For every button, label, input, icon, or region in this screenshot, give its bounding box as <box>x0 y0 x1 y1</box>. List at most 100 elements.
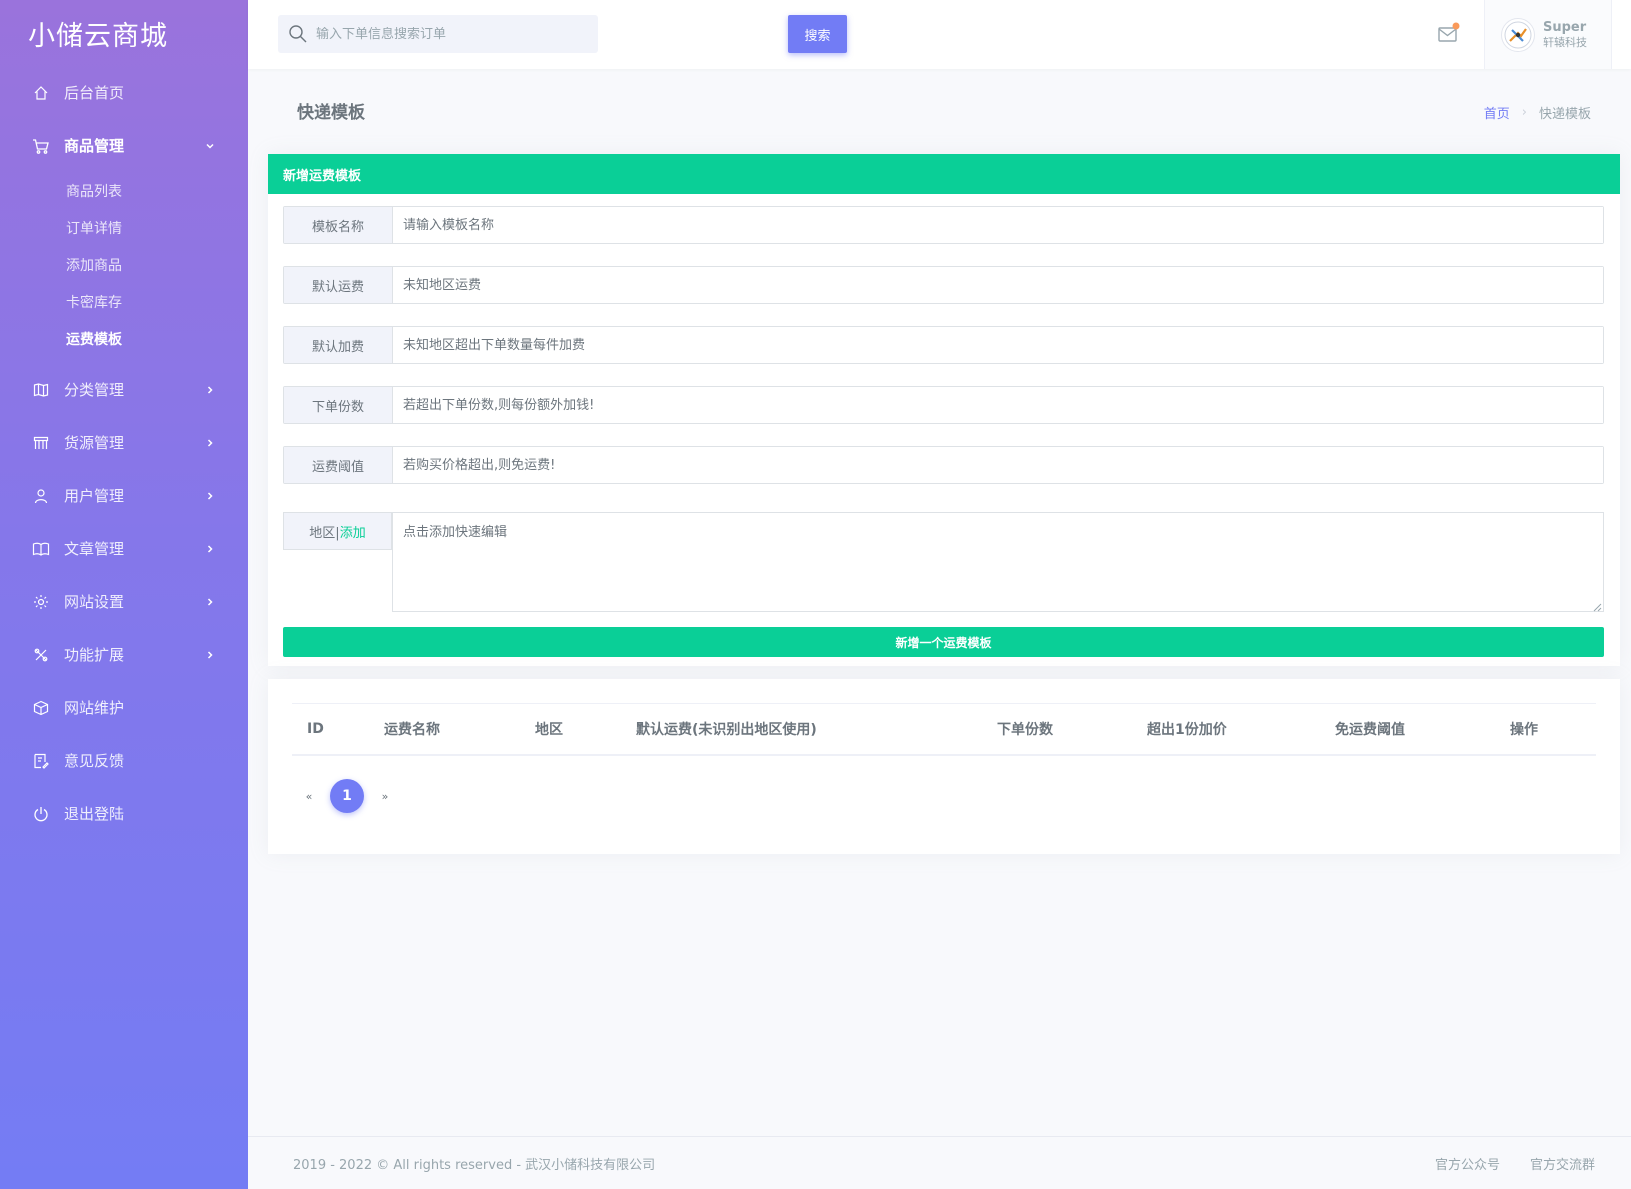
brand-logo[interactable]: 小储云商城 <box>0 0 248 66</box>
search-input[interactable] <box>316 26 546 42</box>
sidebar-item-label: 货源管理 <box>64 434 125 452</box>
template-name-input[interactable] <box>393 207 1603 243</box>
user-menu[interactable]: Super 轩辕科技 <box>1484 0 1612 69</box>
free-shipping-threshold-label: 运费阈值 <box>284 447 393 483</box>
sidebar-item-label: 退出登陆 <box>64 805 125 823</box>
feedback-icon <box>32 752 50 770</box>
free-shipping-threshold-input[interactable] <box>393 447 1603 483</box>
order-quantity-input[interactable] <box>393 387 1603 423</box>
col-id: ID <box>307 721 324 737</box>
search-button[interactable]: 搜索 <box>788 15 847 53</box>
template-form-card: 新增运费模板 模板名称 默认运费 默认加费 下单份数 运费阈值 地区|添加 新增… <box>268 154 1620 666</box>
chevron-down-icon <box>202 138 218 154</box>
gear-icon <box>32 593 50 611</box>
template-name-row: 模板名称 <box>283 206 1604 244</box>
sidebar-subitem-shipping-template[interactable]: 运费模板 <box>0 320 248 357</box>
sidebar-item-extensions[interactable]: 功能扩展 <box>0 628 248 681</box>
breadcrumb: 首页 › 快递模板 <box>1484 103 1591 122</box>
search-icon <box>288 24 308 44</box>
pagination-prev[interactable]: « <box>300 790 318 803</box>
add-template-button[interactable]: 新增一个运费模板 <box>283 627 1604 657</box>
sidebar-item-label: 分类管理 <box>64 381 125 399</box>
book-icon <box>32 540 50 558</box>
default-fee-label: 默认运费 <box>284 267 393 303</box>
user-name: Super <box>1543 19 1587 35</box>
region-label-text: 地区| <box>309 525 340 541</box>
sidebar-subitem-card-stock[interactable]: 卡密库存 <box>0 283 248 320</box>
chevron-right-icon <box>202 435 218 451</box>
sidebar-subitem-goods-list[interactable]: 商品列表 <box>0 172 248 209</box>
sidebar-item-supply[interactable]: 货源管理 <box>0 416 248 469</box>
sidebar-item-articles[interactable]: 文章管理 <box>0 522 248 575</box>
sidebar-item-dashboard[interactable]: 后台首页 <box>0 66 248 119</box>
footer: 2019 - 2022 © All rights reserved - 武汉小储… <box>248 1136 1631 1189</box>
puzzle-icon <box>32 646 50 664</box>
default-fee-input[interactable] <box>393 267 1603 303</box>
region-textarea[interactable] <box>392 512 1604 612</box>
free-shipping-threshold-row: 运费阈值 <box>283 446 1604 484</box>
sidebar-item-feedback[interactable]: 意见反馈 <box>0 734 248 787</box>
region-row: 地区| 添加 <box>283 512 1604 612</box>
region-label: 地区| 添加 <box>283 512 392 550</box>
order-quantity-label: 下单份数 <box>284 387 393 423</box>
footer-copyright: 2019 - 2022 © All rights reserved - 武汉小储… <box>293 1157 656 1173</box>
default-extra-fee-input[interactable] <box>393 327 1603 363</box>
home-icon <box>32 84 50 102</box>
box-icon <box>32 699 50 717</box>
chevron-right-icon <box>202 541 218 557</box>
sidebar-menu-rest: 分类管理 货源管理 用户管理 文章管理 网站设置 功能扩展 网站维护 意见反馈 … <box>0 363 248 840</box>
default-fee-row: 默认运费 <box>283 266 1604 304</box>
sidebar-item-maintenance[interactable]: 网站维护 <box>0 681 248 734</box>
sidebar-subitem-add-goods[interactable]: 添加商品 <box>0 246 248 283</box>
chevron-right-icon <box>202 382 218 398</box>
sidebar-item-logout[interactable]: 退出登陆 <box>0 787 248 840</box>
sidebar: 小储云商城 后台首页 商品管理 商品列表 订单详情 添加商品 卡密库存 运费模板 <box>0 0 248 1189</box>
region-textarea-wrap <box>392 512 1604 612</box>
map-icon <box>32 381 50 399</box>
sidebar-item-label: 意见反馈 <box>64 752 125 770</box>
page-title: 快递模板 <box>297 103 365 123</box>
sidebar-item-goods[interactable]: 商品管理 <box>0 119 248 172</box>
col-fee-name: 运费名称 <box>384 722 440 738</box>
user-org: 轩辕科技 <box>1543 35 1587 49</box>
col-free-threshold: 免运费阈值 <box>1335 722 1405 738</box>
breadcrumb-current: 快递模板 <box>1538 107 1591 122</box>
region-add-link[interactable]: 添加 <box>340 522 366 541</box>
user-info: Super 轩辕科技 <box>1543 20 1587 50</box>
sidebar-item-users[interactable]: 用户管理 <box>0 469 248 522</box>
chevron-right-icon <box>202 488 218 504</box>
cart-icon <box>32 137 50 155</box>
default-extra-fee-row: 默认加费 <box>283 326 1604 364</box>
pagination: « 1 » <box>300 779 394 813</box>
topbar: 搜索 Super 轩辕科技 <box>248 0 1631 69</box>
mail-icon[interactable] <box>1437 22 1461 44</box>
footer-link-official-group[interactable]: 官方交流群 <box>1530 1154 1595 1173</box>
sidebar-item-label: 商品管理 <box>64 137 125 155</box>
sidebar-subitem-order-detail[interactable]: 订单详情 <box>0 209 248 246</box>
template-table: ID 运费名称 地区 默认运费(未识别出地区使用) 下单份数 超出1份加价 免运… <box>292 703 1596 756</box>
breadcrumb-separator-icon: › <box>1521 105 1527 120</box>
sidebar-item-settings[interactable]: 网站设置 <box>0 575 248 628</box>
sidebar-item-label: 网站设置 <box>64 593 125 611</box>
sidebar-menu: 后台首页 商品管理 <box>0 66 248 172</box>
pagination-next[interactable]: » <box>376 790 394 803</box>
footer-link-official-account[interactable]: 官方公众号 <box>1435 1154 1500 1173</box>
col-region: 地区 <box>535 722 563 738</box>
order-quantity-row: 下单份数 <box>283 386 1604 424</box>
table-header: ID 运费名称 地区 默认运费(未识别出地区使用) 下单份数 超出1份加价 免运… <box>292 704 1596 756</box>
col-order-quantity: 下单份数 <box>997 722 1053 738</box>
col-default-fee: 默认运费(未识别出地区使用) <box>636 722 817 738</box>
power-icon <box>32 805 50 823</box>
chevron-right-icon <box>202 647 218 663</box>
search-box <box>278 15 598 53</box>
sidebar-item-label: 文章管理 <box>64 540 125 558</box>
sidebar-item-label: 用户管理 <box>64 487 125 505</box>
sidebar-item-category[interactable]: 分类管理 <box>0 363 248 416</box>
pagination-page-current[interactable]: 1 <box>330 779 364 813</box>
sidebar-item-label: 功能扩展 <box>64 646 125 664</box>
default-extra-fee-label: 默认加费 <box>284 327 393 363</box>
resize-grip-icon[interactable] <box>1592 600 1602 612</box>
sidebar-item-label: 后台首页 <box>64 84 125 102</box>
breadcrumb-home[interactable]: 首页 <box>1484 103 1510 122</box>
store-icon <box>32 434 50 452</box>
